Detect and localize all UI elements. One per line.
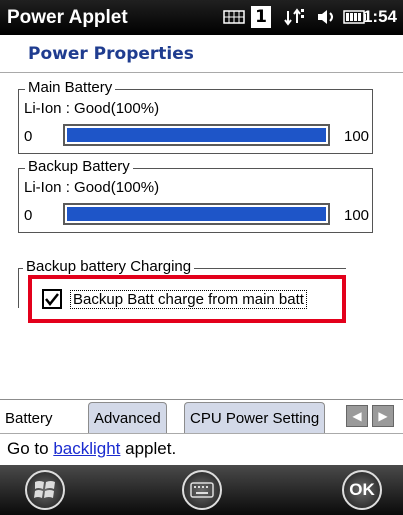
main-battery-max: 100 — [344, 128, 370, 145]
charge-from-main-checkbox[interactable] — [42, 289, 62, 309]
checkmark-icon — [45, 293, 59, 307]
network-sync-icon[interactable] — [283, 6, 307, 28]
app-title: Power Applet — [7, 6, 128, 28]
page-title: Power Properties — [0, 35, 403, 73]
link-prefix: Go to — [7, 439, 54, 458]
tab-battery[interactable]: Battery — [0, 402, 58, 434]
tab-scroll-right-icon[interactable]: ▶ — [372, 405, 394, 427]
backlight-link-row: Go to backlight applet. — [0, 433, 403, 465]
tab-strip: Battery Advanced CPU Power Setting ◀ ▶ — [0, 399, 403, 434]
battery-grid-icon[interactable] — [222, 6, 246, 28]
backlight-link[interactable]: backlight — [53, 439, 120, 458]
keyboard-icon[interactable] — [182, 470, 222, 510]
main-battery-progress-fill — [67, 128, 326, 142]
main-battery-progress-bar — [63, 124, 330, 146]
main-battery-status: Li-Ion : Good(100%) — [24, 100, 160, 117]
windows-start-icon[interactable] — [25, 470, 65, 510]
main-battery-min: 0 — [24, 128, 33, 145]
backup-battery-progress-bar — [63, 203, 330, 225]
tab-scroll-left-icon[interactable]: ◀ — [346, 405, 368, 427]
charging-legend: Backup battery Charging — [23, 258, 195, 275]
tab-cpu-power-setting[interactable]: CPU Power Setting — [184, 402, 326, 434]
main-battery-legend: Main Battery — [25, 79, 116, 96]
charge-option-highlight: Backup Batt charge from main batt — [28, 275, 346, 323]
backup-battery-legend: Backup Battery — [25, 158, 133, 175]
tab-advanced[interactable]: Advanced — [88, 402, 167, 434]
backup-battery-status: Li-Ion : Good(100%) — [24, 179, 160, 196]
backup-battery-group: Backup Battery Li-Ion : Good(100%) 0 100 — [18, 158, 373, 233]
ok-button[interactable]: OK — [342, 470, 382, 510]
sim-1-icon[interactable]: 1 — [251, 6, 271, 28]
backup-battery-min: 0 — [24, 207, 33, 224]
backup-battery-max: 100 — [344, 207, 370, 224]
main-battery-group: Main Battery Li-Ion : Good(100%) 0 100 — [18, 79, 373, 154]
backup-battery-progress-fill — [67, 207, 326, 221]
volume-icon[interactable] — [316, 6, 338, 28]
sim-label: 1 — [255, 7, 267, 27]
title-bar: Power Applet 1 1:54 — [0, 0, 403, 35]
clock-time[interactable]: 1:54 — [363, 7, 397, 27]
charge-from-main-label[interactable]: Backup Batt charge from main batt — [70, 289, 307, 309]
link-suffix: applet. — [120, 439, 177, 458]
softkey-bar: OK — [0, 465, 403, 515]
